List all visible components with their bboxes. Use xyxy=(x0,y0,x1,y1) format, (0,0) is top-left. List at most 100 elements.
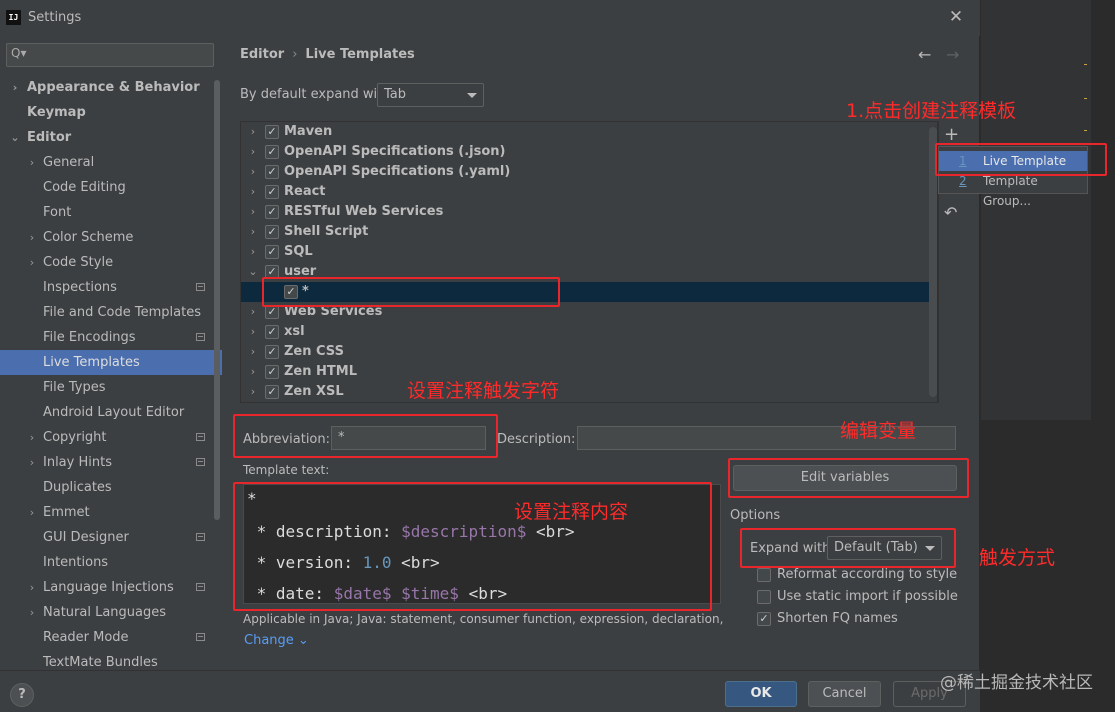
sidebar-item-file-types[interactable]: File Types xyxy=(0,375,222,400)
title-bar: IJ Settings ✕ xyxy=(0,0,980,36)
group-checkbox[interactable]: ✓ xyxy=(265,125,279,139)
chevron-right-icon: › xyxy=(250,365,256,378)
sidebar-item-language-injections[interactable]: › Language Injections xyxy=(0,575,222,600)
change-contexts-link[interactable]: Change ⌄ xyxy=(244,633,309,648)
tree-scrollbar[interactable] xyxy=(929,127,937,397)
group-checkbox[interactable]: ✓ xyxy=(265,205,279,219)
sidebar-item-general[interactable]: › General xyxy=(0,150,222,175)
tree-group-user[interactable]: ⌄ ✓ user xyxy=(241,262,937,282)
sidebar-scrollbar[interactable] xyxy=(214,80,220,520)
chevron-right-icon: › xyxy=(29,231,35,244)
chevron-right-icon: › xyxy=(250,305,256,318)
group-checkbox[interactable]: ✓ xyxy=(265,185,279,199)
sidebar-item-code-editing[interactable]: Code Editing xyxy=(0,175,222,200)
tree-group-maven[interactable]: › ✓ Maven xyxy=(241,122,937,142)
help-button[interactable]: ? xyxy=(10,683,34,707)
sidebar-item-inspections[interactable]: Inspections xyxy=(0,275,222,300)
sidebar-item-intentions[interactable]: Intentions xyxy=(0,550,222,575)
ok-button[interactable]: OK xyxy=(725,681,797,707)
forward-arrow-icon[interactable]: → xyxy=(946,45,959,64)
default-expand-value: Tab xyxy=(384,87,407,102)
template-text-label: Template text: xyxy=(243,463,330,477)
expand-with-value: Default (Tab) xyxy=(834,540,918,555)
tree-group-restful[interactable]: › ✓ RESTful Web Services xyxy=(241,202,937,222)
abbreviation-label: Abbreviation: xyxy=(243,432,331,447)
tree-group-xsl[interactable]: › ✓ xsl xyxy=(241,322,937,342)
menu-item-template-group[interactable]: 2 Template Group... xyxy=(939,171,1087,208)
option-checkbox[interactable] xyxy=(757,568,771,582)
project-settings-icon xyxy=(196,333,205,341)
option-checkbox[interactable] xyxy=(757,590,771,604)
tree-group-shell-script[interactable]: › ✓ Shell Script xyxy=(241,222,937,242)
sidebar-item-editor[interactable]: ⌄ Editor xyxy=(0,125,222,150)
sidebar-item-duplicates[interactable]: Duplicates xyxy=(0,475,222,500)
group-checkbox[interactable]: ✓ xyxy=(265,225,279,239)
window-title: Settings xyxy=(28,10,82,25)
group-checkbox[interactable]: ✓ xyxy=(265,145,279,159)
sidebar-item-file-code-templates[interactable]: File and Code Templates xyxy=(0,300,222,325)
sidebar-item-android-layout-editor[interactable]: Android Layout Editor xyxy=(0,400,222,425)
tree-group-openapi-yaml[interactable]: › ✓ OpenAPI Specifications (.yaml) xyxy=(241,162,937,182)
chevron-right-icon: › xyxy=(29,581,35,594)
sidebar-item-copyright[interactable]: › Copyright xyxy=(0,425,222,450)
project-settings-icon xyxy=(196,533,205,541)
abbreviation-input[interactable]: * xyxy=(331,426,486,450)
template-checkbox[interactable]: ✓ xyxy=(284,285,298,299)
sidebar-item-gui-designer[interactable]: GUI Designer xyxy=(0,525,222,550)
sidebar-item-file-encodings[interactable]: File Encodings xyxy=(0,325,222,350)
breadcrumb-parent[interactable]: Editor xyxy=(240,47,284,62)
settings-dialog: IJ Settings ✕ Q▾ › Appearance & Behavior … xyxy=(0,0,980,712)
group-checkbox[interactable]: ✓ xyxy=(265,365,279,379)
group-checkbox[interactable]: ✓ xyxy=(265,345,279,359)
sidebar-item-code-style[interactable]: › Code Style xyxy=(0,250,222,275)
cancel-button[interactable]: Cancel xyxy=(808,681,881,707)
annotation-trigger-char: 设置注释触发字符 xyxy=(407,380,560,402)
chevron-down-icon xyxy=(925,546,935,551)
back-arrow-icon[interactable]: ← xyxy=(918,45,931,64)
chevron-right-icon: › xyxy=(12,81,18,94)
sidebar-item-live-templates[interactable]: Live Templates xyxy=(0,350,222,375)
restore-icon[interactable]: ↶ xyxy=(944,203,957,222)
group-checkbox[interactable]: ✓ xyxy=(265,385,279,399)
sidebar-item-font[interactable]: Font xyxy=(0,200,222,225)
sidebar-item-appearance-behavior[interactable]: › Appearance & Behavior xyxy=(0,75,222,100)
tree-group-sql[interactable]: › ✓ SQL xyxy=(241,242,937,262)
options-label: Options xyxy=(730,508,781,523)
sidebar-item-natural-languages[interactable]: › Natural Languages xyxy=(0,600,222,625)
sidebar-item-reader-mode[interactable]: Reader Mode xyxy=(0,625,222,650)
sidebar-item-inlay-hints[interactable]: › Inlay Hints xyxy=(0,450,222,475)
expand-with-select[interactable]: Default (Tab) xyxy=(827,536,942,560)
sidebar-item-emmet[interactable]: › Emmet xyxy=(0,500,222,525)
chevron-right-icon: › xyxy=(250,165,256,178)
search-icon: Q▾ xyxy=(11,46,27,60)
project-settings-icon xyxy=(196,458,205,466)
option-checkbox[interactable]: ✓ xyxy=(757,612,771,626)
tree-group-web-services[interactable]: › ✓ Web Services xyxy=(241,302,937,322)
group-checkbox[interactable]: ✓ xyxy=(265,165,279,179)
close-icon[interactable]: ✕ xyxy=(946,6,966,28)
default-expand-select[interactable]: Tab xyxy=(377,83,484,107)
template-text-editor[interactable]: * * description: $description$ <br> * ve… xyxy=(243,484,721,604)
chevron-down-icon: ⌄ xyxy=(297,633,309,648)
group-checkbox[interactable]: ✓ xyxy=(265,325,279,339)
chevron-right-icon: › xyxy=(250,245,256,258)
live-templates-tree: › ✓ Maven › ✓ OpenAPI Specifications (.json)… xyxy=(240,121,938,403)
menu-item-live-template[interactable]: 1 Live Template xyxy=(939,151,1087,171)
sidebar-item-color-scheme[interactable]: › Color Scheme xyxy=(0,225,222,250)
code-line: * xyxy=(247,489,257,508)
chevron-right-icon: › xyxy=(250,345,256,358)
tree-group-zen-css[interactable]: › ✓ Zen CSS xyxy=(241,342,937,362)
group-checkbox[interactable]: ✓ xyxy=(265,305,279,319)
add-icon[interactable]: + xyxy=(944,124,959,145)
settings-search-input[interactable]: Q▾ xyxy=(6,43,214,67)
group-checkbox[interactable]: ✓ xyxy=(265,265,279,279)
sidebar-item-keymap[interactable]: Keymap xyxy=(0,100,222,125)
edit-variables-button[interactable]: Edit variables xyxy=(733,465,957,491)
tree-group-react[interactable]: › ✓ React xyxy=(241,182,937,202)
tree-group-openapi-json[interactable]: › ✓ OpenAPI Specifications (.json) xyxy=(241,142,937,162)
tree-group-zen-html[interactable]: › ✓ Zen HTML xyxy=(241,362,937,382)
chevron-right-icon: › xyxy=(250,185,256,198)
group-checkbox[interactable]: ✓ xyxy=(265,245,279,259)
tree-template-star[interactable]: ✓ * xyxy=(241,282,937,302)
tree-group-zen-xsl[interactable]: › ✓ Zen XSL xyxy=(241,382,937,402)
